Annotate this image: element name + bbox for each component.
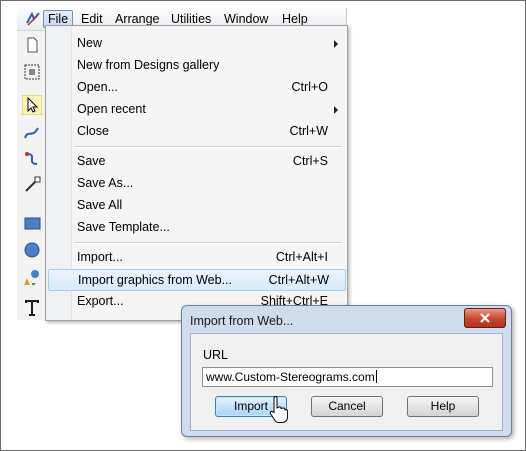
menu-separator <box>74 146 342 148</box>
submenu-arrow-icon <box>334 40 338 48</box>
close-icon <box>480 313 490 323</box>
menu-shortcut: Ctrl+Alt+W <box>268 273 329 287</box>
arrow-tool-icon[interactable] <box>22 95 42 115</box>
text-caret <box>375 370 377 383</box>
menu-item-label: New from Designs gallery <box>77 58 220 72</box>
menu-item-new-from-gallery[interactable]: New from Designs gallery <box>48 54 344 76</box>
url-label: URL <box>203 348 229 362</box>
menu-item-label: Export... <box>77 294 124 308</box>
menu-item-label: Import graphics from Web... <box>78 273 232 287</box>
submenu-arrow-icon <box>334 106 338 114</box>
menu-item-label: Open... <box>77 80 118 94</box>
ellipse-tool-icon[interactable] <box>22 240 42 260</box>
menu-item-save-template[interactable]: Save Template... <box>48 216 344 238</box>
menu-item-label: Close <box>77 124 109 138</box>
menu-item-label: Save As... <box>77 176 134 190</box>
dialog-title: Import from Web... <box>190 314 294 328</box>
menu-shortcut: Ctrl+O <box>291 80 328 94</box>
app-logo-icon[interactable] <box>25 11 41 27</box>
menu-item-label: Save All <box>77 198 123 212</box>
text-tool-icon[interactable] <box>22 297 42 317</box>
dialog-body: URL www.Custom-Stereograms.com Import Ca… <box>190 333 503 431</box>
menu-separator <box>74 242 342 244</box>
import-from-web-dialog: Import from Web... URL www.Custom-Stereo… <box>181 305 512 437</box>
menu-item-label: Save Template... <box>77 220 170 234</box>
menu-item-close[interactable]: Close Ctrl+W <box>48 120 344 142</box>
shapes-tool-icon[interactable] <box>22 267 42 287</box>
file-menu-dropdown: New New from Designs gallery Open... Ctr… <box>45 25 348 321</box>
menu-shortcut: Ctrl+S <box>292 154 328 168</box>
menu-item-save-all[interactable]: Save All <box>48 194 344 216</box>
menu-item-import-graphics-from-web[interactable]: Import graphics from Web... Ctrl+Alt+W <box>48 269 346 291</box>
rectangle-tool-icon[interactable] <box>22 213 42 233</box>
pen-tool-icon[interactable] <box>22 123 42 143</box>
menu-item-save[interactable]: Save Ctrl+S <box>48 150 344 172</box>
menu-item-new[interactable]: New <box>48 32 344 54</box>
node-tool-icon[interactable] <box>22 175 42 195</box>
menu-item-open[interactable]: Open... Ctrl+O <box>48 76 344 98</box>
menu-item-save-as[interactable]: Save As... <box>48 172 344 194</box>
menu-item-label: Save <box>77 154 106 168</box>
url-input-value: www.Custom-Stereograms.com <box>206 370 375 384</box>
toolbox <box>17 31 46 320</box>
menu-item-label: New <box>77 36 103 50</box>
new-document-icon[interactable] <box>22 35 42 55</box>
menu-item-label: Open recent <box>77 102 146 116</box>
help-button[interactable]: Help <box>407 396 479 417</box>
selection-frame-icon[interactable] <box>22 62 42 82</box>
menu-item-open-recent[interactable]: Open recent <box>48 98 344 120</box>
dialog-close-button[interactable] <box>464 308 506 328</box>
menu-item-import[interactable]: Import... Ctrl+Alt+I <box>48 246 344 268</box>
url-input[interactable]: www.Custom-Stereograms.com <box>202 367 493 387</box>
menu-shortcut: Ctrl+Alt+I <box>275 250 328 264</box>
bezier-tool-icon[interactable] <box>22 149 42 169</box>
cancel-button[interactable]: Cancel <box>311 396 383 417</box>
menu-item-label: Import... <box>77 250 123 264</box>
mouse-pointer-icon <box>269 396 288 423</box>
menu-shortcut: Ctrl+W <box>289 124 328 138</box>
